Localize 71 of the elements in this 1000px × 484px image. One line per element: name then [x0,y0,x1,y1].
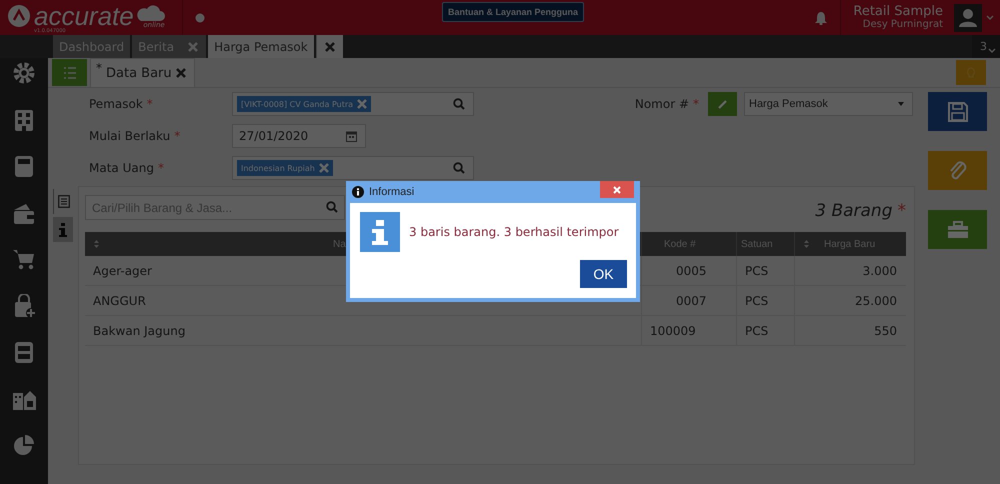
tab-count[interactable]: 3 [980,40,987,53]
table-cell: 100009 [642,316,737,345]
close-icon[interactable] [176,68,186,78]
sort-icon [93,239,100,249]
table-cell-text: 550 [873,322,898,340]
save-icon[interactable] [928,92,987,131]
info-icon [360,212,400,252]
field-label: Mata Uang [89,161,154,175]
table-cell: PCS [737,286,795,315]
tag: [VIKT-0008] CV Ganda Putra [237,96,372,112]
briefcase-icon[interactable] [928,210,987,249]
dropdown[interactable]: Harga Pemasok [744,92,913,116]
table-cell: PCS [737,316,795,345]
list-icon[interactable] [52,59,87,86]
required-mark: * [898,201,906,221]
grid-icon[interactable] [12,108,36,132]
remove-icon[interactable] [357,99,368,109]
search-icon[interactable] [326,201,338,213]
paperclip-icon[interactable] [928,151,987,190]
required-mark: * [146,97,153,111]
field-label: Nomor # [634,97,689,111]
modified-mark: * [96,61,102,75]
info-icon[interactable] [53,217,73,242]
required-mark: * [174,129,180,143]
tab[interactable]: Harga Pemasok [208,35,314,58]
date-field[interactable]: 27/01/2020 [232,124,366,148]
info-icon [352,186,364,198]
logo-icon [7,4,31,28]
dialog-message: 3 baris barang. 3 berhasil terimpor [409,225,619,239]
pencil-icon[interactable] [708,92,737,116]
table-cell: 0007 [642,286,737,315]
field-label: Mulai Berlaku [89,129,170,143]
calculator-icon[interactable] [12,154,36,178]
user-name: Desy Purningrat [862,18,943,30]
pie-chart-icon[interactable] [12,433,36,457]
input-field[interactable]: Indonesian Rupiah [232,156,474,180]
item-count: 3 Barang [815,201,892,221]
cloud-icon [134,4,165,22]
required-mark: * [158,161,164,175]
cart-icon[interactable] [12,247,36,271]
tag: Indonesian Rupiah [237,160,333,176]
search-icon[interactable] [453,98,465,110]
caret-icon[interactable] [988,48,996,54]
sort-icon [803,239,810,249]
table-cell-text: 25.000 [854,292,898,310]
help-button[interactable]: Bantuan & Layanan Pengguna [442,2,584,22]
field-label: Pemasok [89,97,143,111]
document-icon[interactable] [53,189,73,214]
dialog-title: Informasi [369,186,414,198]
dot-icon [195,12,205,22]
input-field[interactable]: [VIKT-0008] CV Ganda Putra [232,92,474,116]
cabinet-icon[interactable] [12,340,36,364]
remove-icon[interactable] [318,163,329,173]
company-name: Retail Sample [853,4,943,18]
subtab[interactable]: * Data Baru [90,58,195,87]
settings-icon[interactable] [12,61,36,85]
table-cell: Bakwan Jagung [85,316,642,345]
table-cell: 0005 [642,256,737,285]
logo-text: accurate [34,4,134,28]
user-avatar-icon[interactable] [954,4,982,32]
subtab-label: Data Baru [106,66,172,80]
close-button[interactable] [600,181,634,198]
caret-icon[interactable] [898,102,904,106]
search-icon[interactable] [453,162,465,174]
ok-button[interactable]: OK [580,260,627,288]
required-mark: * [693,97,699,111]
close-icon[interactable] [324,42,335,52]
table-cell: PCS [737,256,795,285]
caret-icon[interactable] [986,14,994,20]
calendar-icon[interactable] [346,130,357,142]
table-cell-text: 3.000 [862,262,898,280]
